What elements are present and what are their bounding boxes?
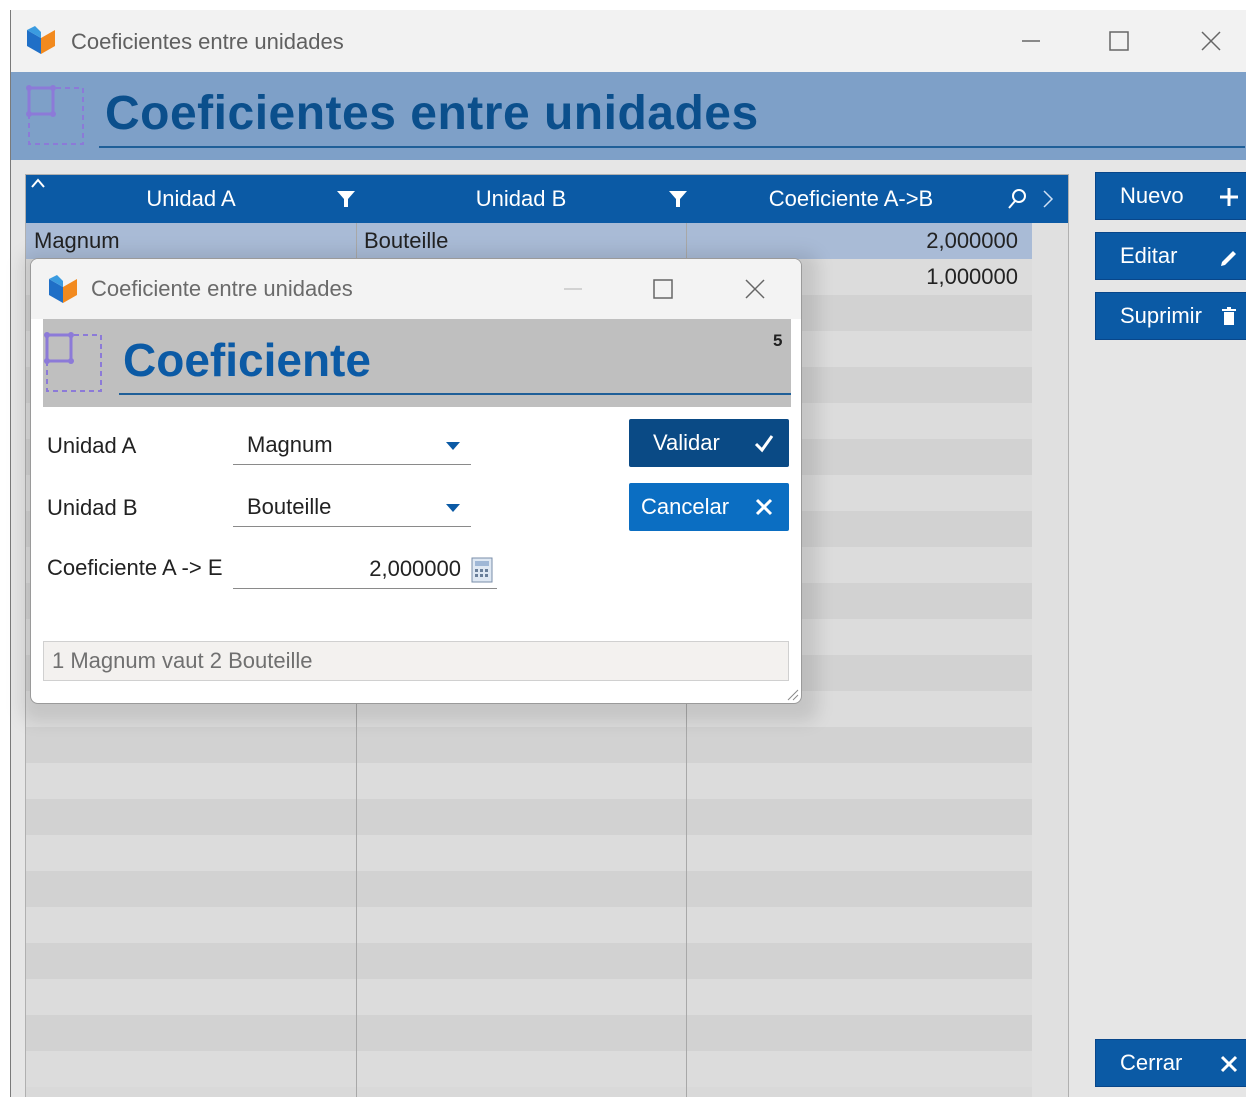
cancelar-label: Cancelar (641, 494, 730, 519)
unidad-b-value: Bouteille (247, 494, 332, 519)
unidad-b-label: Unidad B (47, 495, 138, 520)
empty-row (26, 1015, 1032, 1051)
coeficiente-input[interactable]: 2,000000 (233, 549, 497, 589)
maximize-icon (653, 279, 673, 299)
title-bar: Coeficientes entre unidades (11, 10, 1246, 72)
close-icon (745, 279, 765, 299)
dialog-title: Coeficiente entre unidades (91, 276, 353, 301)
minimize-button[interactable] (1011, 24, 1051, 58)
empty-row (26, 1051, 1032, 1087)
minimize-icon (564, 288, 582, 290)
suprimir-button[interactable]: Suprimir (1095, 292, 1246, 340)
dialog-maximize-button[interactable] (643, 273, 683, 305)
nuevo-button[interactable]: Nuevo (1095, 172, 1246, 220)
empty-row (26, 799, 1032, 835)
minimize-icon (1022, 40, 1040, 42)
page-title: Coeficientes entre unidades (105, 87, 759, 140)
empty-row (26, 907, 1032, 943)
validar-button[interactable]: Validar (629, 419, 789, 467)
unidad-a-label: Unidad A (47, 433, 137, 458)
unit-frame-icon (26, 85, 84, 145)
nuevo-label: Nuevo (1120, 183, 1184, 208)
header-banner: Coeficientes entre unidades (11, 72, 1246, 160)
record-count: 5 (773, 331, 783, 350)
dialog-close-button[interactable] (735, 273, 775, 305)
empty-row (26, 763, 1032, 799)
filter-icon[interactable] (336, 189, 356, 209)
title-underline (119, 393, 791, 395)
search-icon[interactable] (1006, 187, 1028, 211)
coeficiente-dialog: Coeficiente entre unidades Coeficiente 5… (30, 258, 802, 704)
grid-header: Unidad A Unidad B Coeficiente A->B (26, 175, 1068, 223)
close-icon (1220, 1055, 1238, 1073)
dialog-title-bar: Coeficiente entre unidades (31, 259, 801, 319)
close-icon (1201, 31, 1221, 51)
maximize-icon (1109, 31, 1129, 51)
unidad-b-select[interactable]: Bouteille (233, 487, 471, 527)
column-header-coeficiente[interactable]: Coeficiente A->B (686, 175, 1016, 223)
unidad-a-select[interactable]: Magnum (233, 425, 471, 465)
resize-grip-icon[interactable] (783, 685, 799, 701)
editar-label: Editar (1120, 243, 1178, 268)
cerrar-button[interactable]: Cerrar (1095, 1039, 1246, 1087)
close-button[interactable] (1191, 24, 1231, 58)
validar-label: Validar (653, 430, 720, 455)
cerrar-label: Cerrar (1120, 1050, 1183, 1075)
app-logo-icon (27, 26, 55, 54)
title-underline (99, 146, 1245, 148)
dropdown-arrow-icon (446, 442, 460, 450)
conversion-info: 1 Magnum vaut 2 Bouteille (43, 641, 789, 681)
dialog-heading: Coeficiente (123, 334, 371, 386)
dialog-banner: Coeficiente 5 (43, 319, 791, 407)
coeficiente-label: Coeficiente A -> E (47, 555, 223, 580)
trash-icon (1222, 307, 1236, 325)
close-icon (755, 498, 773, 516)
chevron-right-icon[interactable] (1040, 187, 1056, 211)
cancelar-button[interactable]: Cancelar (629, 483, 789, 531)
coeficiente-value: 2,000000 (369, 556, 461, 581)
maximize-button[interactable] (1099, 24, 1139, 58)
empty-row (26, 979, 1032, 1015)
column-header-unidad-b[interactable]: Unidad B (356, 175, 686, 223)
suprimir-label: Suprimir (1120, 303, 1202, 328)
pencil-icon (1221, 251, 1236, 266)
editar-button[interactable]: Editar (1095, 232, 1246, 280)
unidad-a-value: Magnum (247, 432, 333, 457)
checkmark-icon (754, 435, 774, 453)
dropdown-arrow-icon (446, 504, 460, 512)
empty-row (26, 943, 1032, 979)
unit-frame-icon (44, 332, 102, 392)
empty-row (26, 835, 1032, 871)
empty-row (26, 871, 1032, 907)
calculator-icon[interactable] (471, 557, 493, 583)
dialog-minimize-button[interactable] (553, 273, 593, 305)
column-header-unidad-a[interactable]: Unidad A (26, 175, 356, 223)
app-logo-icon (49, 275, 77, 303)
filter-icon[interactable] (668, 189, 688, 209)
plus-icon (1220, 188, 1238, 206)
window-title: Coeficientes entre unidades (71, 29, 344, 54)
empty-row (26, 727, 1032, 763)
grid-scrollbar[interactable] (1032, 223, 1068, 1097)
